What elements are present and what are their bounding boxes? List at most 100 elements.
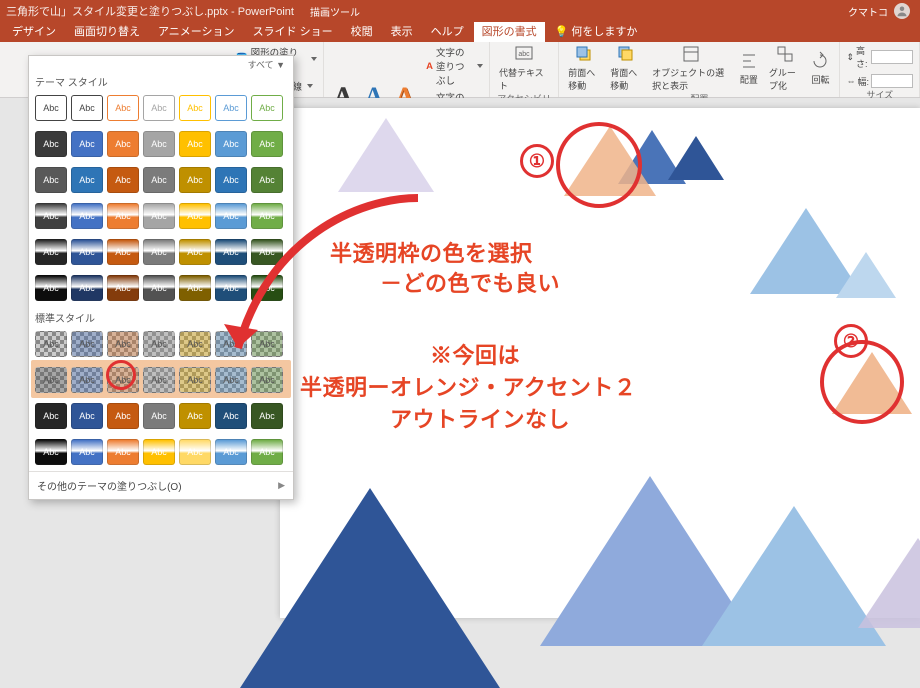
style-swatch[interactable]: Abc xyxy=(143,203,175,229)
style-swatch[interactable]: Abc xyxy=(143,167,175,193)
style-swatch[interactable]: Abc xyxy=(107,131,139,157)
style-swatch[interactable]: Abc xyxy=(143,439,175,465)
style-swatch[interactable]: Abc xyxy=(215,331,247,357)
style-swatch[interactable]: Abc xyxy=(107,275,139,301)
shape-styles-gallery[interactable]: すべて ▼ テーマ スタイル AbcAbcAbcAbcAbcAbcAbcAbcA… xyxy=(28,55,294,500)
tab-shape-format[interactable]: 図形の書式 xyxy=(474,20,545,42)
tab-tellme[interactable]: 💡何をしますか xyxy=(547,20,646,42)
tab-view[interactable]: 表示 xyxy=(383,20,421,42)
style-swatch[interactable]: Abc xyxy=(251,203,283,229)
style-swatch[interactable]: Abc xyxy=(179,331,211,357)
tab-slideshow[interactable]: スライド ショー xyxy=(245,20,341,42)
style-swatch[interactable]: Abc xyxy=(35,439,67,465)
style-swatch[interactable]: Abc xyxy=(35,95,67,121)
style-swatch[interactable]: Abc xyxy=(179,439,211,465)
style-swatch[interactable]: Abc xyxy=(71,167,103,193)
gallery-filter-all[interactable]: すべて ▼ xyxy=(29,56,293,71)
style-swatch[interactable]: Abc xyxy=(179,275,211,301)
style-swatch[interactable]: Abc xyxy=(215,275,247,301)
style-swatch[interactable]: Abc xyxy=(143,275,175,301)
triangle-shape[interactable] xyxy=(836,252,896,298)
style-swatch[interactable]: Abc xyxy=(215,403,247,429)
triangle-shape[interactable] xyxy=(668,136,724,180)
group-button[interactable]: グループ化 xyxy=(766,44,804,92)
style-swatch[interactable]: Abc xyxy=(143,131,175,157)
style-swatch[interactable]: Abc xyxy=(107,239,139,265)
style-swatch[interactable]: Abc xyxy=(35,331,67,357)
tab-animation[interactable]: アニメーション xyxy=(150,20,243,42)
selection-pane-button[interactable]: オブジェクトの選択と表示 xyxy=(649,44,732,92)
rotate-button[interactable]: 回転 xyxy=(807,51,833,86)
alt-text-button[interactable]: abc 代替テキスト xyxy=(496,44,552,92)
style-swatch[interactable]: Abc xyxy=(143,95,175,121)
style-swatch[interactable]: Abc xyxy=(71,331,103,357)
style-swatch[interactable]: Abc xyxy=(35,131,67,157)
style-swatch[interactable]: Abc xyxy=(35,403,67,429)
triangle-shape[interactable] xyxy=(338,118,434,192)
style-swatch[interactable]: Abc xyxy=(251,95,283,121)
tab-transition[interactable]: 画面切り替え xyxy=(66,20,148,42)
style-swatch[interactable]: Abc xyxy=(215,167,247,193)
style-swatch[interactable]: Abc xyxy=(215,203,247,229)
style-swatch[interactable]: Abc xyxy=(143,331,175,357)
style-swatch[interactable]: Abc xyxy=(251,403,283,429)
gallery-other-fills[interactable]: その他のテーマの塗りつぶし(O) ▶ xyxy=(29,471,293,499)
style-swatch[interactable]: Abc xyxy=(179,95,211,121)
style-swatch[interactable]: Abc xyxy=(71,275,103,301)
style-swatch[interactable]: Abc xyxy=(179,167,211,193)
style-swatch[interactable]: Abc xyxy=(179,367,211,393)
tab-help[interactable]: ヘルプ xyxy=(423,20,472,42)
style-swatch[interactable]: Abc xyxy=(251,167,283,193)
style-swatch[interactable]: Abc xyxy=(215,439,247,465)
style-swatch[interactable]: Abc xyxy=(251,239,283,265)
account-area[interactable]: クマトコ xyxy=(848,3,910,19)
style-swatch[interactable]: Abc xyxy=(35,239,67,265)
style-swatch[interactable]: Abc xyxy=(215,95,247,121)
width-input[interactable] xyxy=(871,74,913,88)
style-swatch[interactable]: Abc xyxy=(251,331,283,357)
style-swatch[interactable]: Abc xyxy=(143,239,175,265)
style-swatch[interactable]: Abc xyxy=(71,239,103,265)
style-swatch[interactable]: Abc xyxy=(107,331,139,357)
tab-design[interactable]: デザイン xyxy=(4,20,64,42)
style-swatch[interactable]: Abc xyxy=(71,367,103,393)
style-swatch[interactable]: Abc xyxy=(179,203,211,229)
align-button[interactable]: 配置 xyxy=(736,51,762,86)
style-swatch[interactable]: Abc xyxy=(35,275,67,301)
style-swatch[interactable]: Abc xyxy=(179,239,211,265)
style-swatch[interactable]: Abc xyxy=(251,367,283,393)
style-swatch[interactable]: Abc xyxy=(107,439,139,465)
style-swatch[interactable]: Abc xyxy=(35,167,67,193)
style-swatch[interactable]: Abc xyxy=(71,403,103,429)
style-swatch[interactable]: Abc xyxy=(107,367,139,393)
style-swatch[interactable]: Abc xyxy=(71,95,103,121)
triangle-shape[interactable] xyxy=(240,488,500,688)
style-swatch[interactable]: Abc xyxy=(251,275,283,301)
triangle-shape[interactable] xyxy=(858,538,920,628)
text-fill-button[interactable]: A文字の塗りつぶし xyxy=(426,44,483,88)
style-swatch[interactable]: Abc xyxy=(179,403,211,429)
style-swatch[interactable]: Abc xyxy=(71,203,103,229)
style-swatch[interactable]: Abc xyxy=(251,131,283,157)
style-swatch[interactable]: Abc xyxy=(107,403,139,429)
style-swatch[interactable]: Abc xyxy=(215,239,247,265)
style-swatch[interactable]: Abc xyxy=(179,131,211,157)
height-input[interactable] xyxy=(871,50,913,64)
style-swatch[interactable]: Abc xyxy=(107,95,139,121)
bring-forward-button[interactable]: 前面へ移動 xyxy=(565,44,603,92)
slide[interactable]: ① ② 半透明枠の色を選択 －どの色でも良い ※今回は 半透明ーオレンジ・アクセ… xyxy=(280,108,920,618)
send-backward-button[interactable]: 背面へ移動 xyxy=(607,44,645,92)
style-swatch[interactable]: Abc xyxy=(251,439,283,465)
style-swatch[interactable]: Abc xyxy=(71,439,103,465)
style-swatch[interactable]: Abc xyxy=(143,403,175,429)
style-swatch[interactable]: Abc xyxy=(35,367,67,393)
style-swatch[interactable]: Abc xyxy=(215,367,247,393)
user-avatar-icon[interactable] xyxy=(894,3,910,19)
style-swatch[interactable]: Abc xyxy=(143,367,175,393)
style-swatch[interactable]: Abc xyxy=(215,131,247,157)
style-swatch[interactable]: Abc xyxy=(35,203,67,229)
style-swatch[interactable]: Abc xyxy=(71,131,103,157)
style-swatch[interactable]: Abc xyxy=(107,203,139,229)
tab-review[interactable]: 校閲 xyxy=(343,20,381,42)
style-swatch[interactable]: Abc xyxy=(107,167,139,193)
